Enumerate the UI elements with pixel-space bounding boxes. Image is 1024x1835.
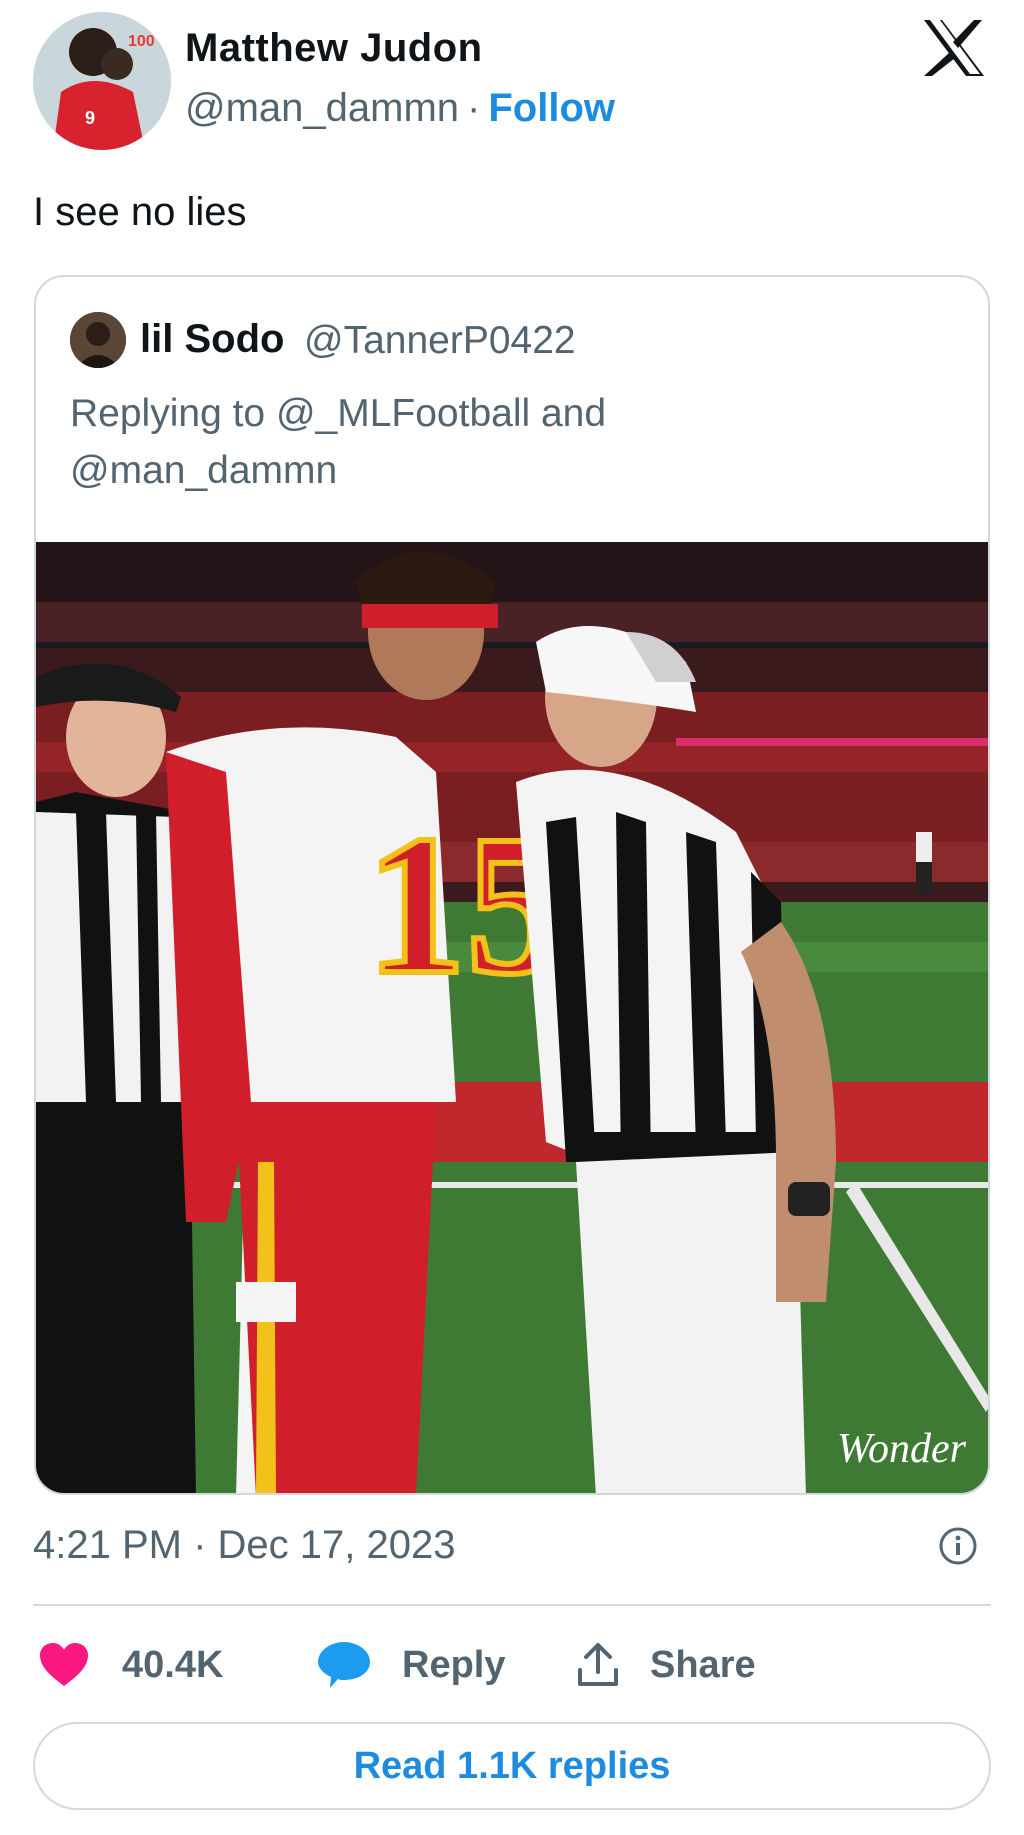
- follow-button[interactable]: Follow: [488, 86, 615, 130]
- quoted-tweet-image[interactable]: 15 Wonder: [36, 542, 990, 1495]
- share-icon: [578, 1643, 618, 1686]
- separator: ·: [467, 86, 481, 130]
- image-watermark: Wonder: [837, 1426, 967, 1472]
- like-button[interactable]: 40.4K: [38, 1630, 223, 1700]
- info-icon[interactable]: [938, 1526, 978, 1566]
- svg-text:9: 9: [85, 108, 95, 128]
- svg-text:100: 100: [128, 33, 155, 50]
- reply-button[interactable]: Reply: [316, 1630, 505, 1700]
- like-count: 40.4K: [122, 1643, 224, 1686]
- action-bar: 40.4K Reply Share: [0, 1630, 1024, 1700]
- reply-label: Reply: [402, 1643, 506, 1686]
- tweet-header: 100 9 Matthew Judon @man_dammn · Follow: [0, 0, 1024, 170]
- speech-bubble-icon: [318, 1642, 370, 1688]
- share-label: Share: [650, 1643, 756, 1686]
- quoted-author-avatar[interactable]: [70, 312, 126, 368]
- quoted-author-handle[interactable]: @TannerP0422: [304, 319, 576, 363]
- share-button[interactable]: Share: [576, 1630, 756, 1700]
- tweet-text: I see no lies: [33, 190, 247, 234]
- replying-to-text: Replying to @_MLFootball and @man_dammn: [70, 392, 607, 492]
- author-name[interactable]: Matthew Judon: [185, 26, 483, 71]
- heart-icon: [40, 1643, 88, 1686]
- quoted-author-name[interactable]: lil Sodo: [140, 317, 284, 362]
- author-handle[interactable]: @man_dammn: [185, 86, 459, 130]
- divider: [33, 1604, 991, 1606]
- quoted-tweet-card[interactable]: lil Sodo @TannerP0422 Replying to @_MLFo…: [34, 275, 990, 1495]
- avatar-photo: 100 9: [33, 12, 171, 150]
- tweet-timestamp[interactable]: 4:21 PM · Dec 17, 2023: [33, 1523, 455, 1568]
- author-handle-line: @man_dammn · Follow: [185, 86, 615, 131]
- x-logo-icon[interactable]: [922, 18, 986, 78]
- read-replies-button[interactable]: Read 1.1K replies: [33, 1722, 991, 1810]
- author-avatar[interactable]: 100 9: [33, 12, 171, 150]
- quoted-avatar-photo: [70, 312, 126, 368]
